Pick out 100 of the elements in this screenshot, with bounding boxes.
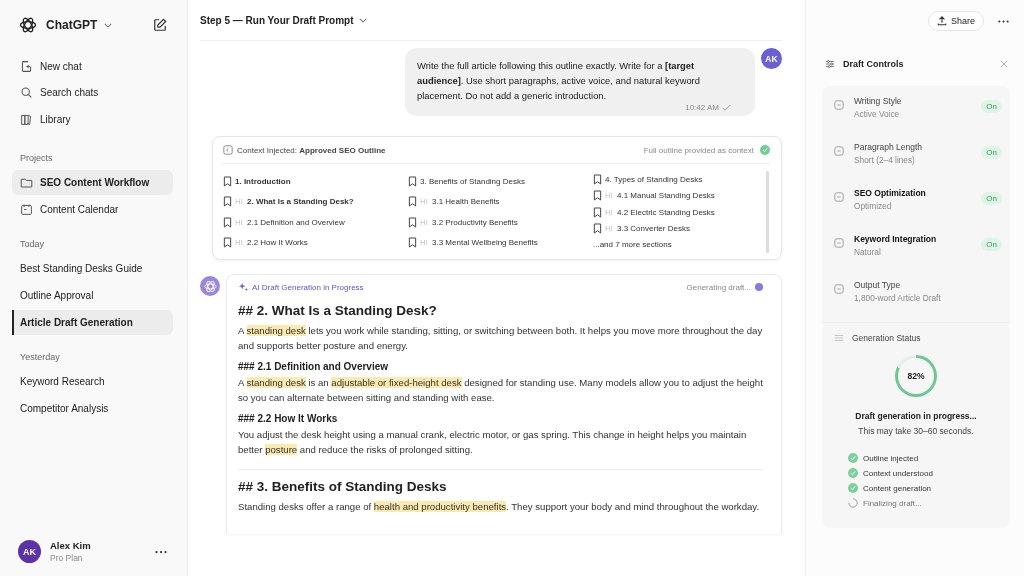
- chat-item[interactable]: Article Draft Generation: [12, 309, 173, 335]
- control-value: Natural: [854, 247, 882, 257]
- section-title: Yesterday: [19, 350, 61, 364]
- message-text: Write the full article following this outline exactly. Write for a [target audience]. Use short paragraphs, active voice, and natural keyword placement. Do not add a generic introduction.: [417, 59, 701, 103]
- status-step: Content generation: [863, 483, 932, 493]
- draft-subheading: ### 2.1 Definition and Overview: [238, 361, 390, 372]
- setting-icon: [834, 100, 844, 110]
- check-icon: [722, 103, 731, 112]
- calendar-icon: [20, 202, 33, 216]
- section-title: Projects: [19, 151, 54, 165]
- bookmark-icon: [408, 216, 417, 228]
- bookmark-icon: [408, 175, 417, 187]
- draft-heading: ## 3. Benefits of Standing Desks: [238, 479, 448, 494]
- heading-icon: [420, 239, 429, 247]
- control-value: Optimized: [854, 201, 893, 211]
- more-icon[interactable]: [155, 549, 167, 554]
- draft-label: AI Draft Generation in Progress: [252, 282, 365, 292]
- chat-item[interactable]: Competitor Analysis: [12, 395, 173, 421]
- draft-subheading: ### 2.2 How It Works: [238, 413, 339, 424]
- chat-item[interactable]: Outline Approval: [12, 282, 173, 308]
- draft-paragraph: You adjust the desk height using a manual crank, electric motor, or gas spring. This change in height helps you maintain better posture and reduce the risks of prolonged sitting.: [238, 428, 748, 457]
- status-badge: On: [981, 238, 1002, 251]
- sliders-icon: [825, 59, 835, 69]
- control-name: Keyword Integration: [854, 234, 938, 244]
- nav-item[interactable]: Library: [12, 106, 173, 133]
- outline-item: 3. Benefits of Standing Desks: [420, 176, 525, 186]
- draft-paragraph: Standing desks offer a range of health and productivity benefits. They support your body and mind throughout the workday.: [238, 500, 761, 514]
- setting-icon: [834, 192, 844, 202]
- status-step: Finalizing draft...: [863, 498, 922, 508]
- outline-item: 3.3 Converter Desks: [617, 224, 690, 234]
- control-name: Output Type: [854, 280, 902, 290]
- check-circle-icon: [760, 145, 770, 155]
- outline-item: 1. Introduction: [235, 176, 291, 186]
- context-label: Context Injected: Approved SEO Outline: [237, 145, 387, 155]
- conversation-title[interactable]: Step 5 — Run Your Draft Prompt: [200, 14, 368, 26]
- outline-item: 4. Types of Standing Desks: [605, 174, 703, 184]
- draft-paragraph: A standing desk is an adjustable or fixed-height desk designed for standing use. Many models allow you to adjust the height so you can alternate between sitting and standing with ease.: [238, 376, 763, 405]
- bookmark-icon: [593, 173, 602, 185]
- heading-icon: [605, 225, 614, 233]
- outline-item: 3.2 Productivity Benefits: [432, 217, 518, 227]
- book-icon: [20, 112, 33, 126]
- upload-icon: [936, 16, 947, 26]
- status-headline: Draft generation in progress...: [855, 411, 977, 421]
- setting-icon: [834, 146, 844, 156]
- user-name: Alex Kim: [50, 540, 92, 551]
- heading-icon: [605, 192, 614, 200]
- new-chat-icon[interactable]: [153, 18, 167, 32]
- outline-item: 2.2 How It Works: [247, 238, 308, 248]
- control-value: 1,800-word Article Draft: [854, 293, 942, 303]
- bookmark-icon: [223, 216, 232, 228]
- more-icon[interactable]: [998, 19, 1009, 23]
- bookmark-icon: [593, 206, 602, 218]
- status-step: Context understood: [863, 468, 933, 478]
- bookmark-icon: [223, 196, 232, 208]
- document-icon: [223, 145, 233, 155]
- draft-heading: ## 2. What Is a Standing Desk?: [238, 303, 438, 318]
- heading-icon: [605, 208, 614, 216]
- control-value: Short (2–4 lines): [854, 155, 916, 165]
- panel-title: Draft Controls: [843, 59, 905, 69]
- new-chat-icon: [20, 59, 33, 73]
- user-avatar: AK: [18, 540, 41, 563]
- bookmark-icon: [593, 190, 602, 202]
- chat-item[interactable]: Keyword Research: [12, 368, 173, 394]
- bookmark-icon: [593, 223, 602, 235]
- chevron-down-icon: [359, 18, 368, 24]
- outline-item: 3.3 Mental Wellbeing Benefits: [432, 238, 538, 248]
- assistant-avatar: [200, 276, 220, 296]
- draft-paragraph: A standing desk lets you work while standing, sitting, or switching between both. It helps you move more throughout the day and supports better posture and energy.: [238, 324, 763, 353]
- share-button[interactable]: Share: [927, 11, 984, 31]
- control-name: SEO Optimization: [854, 188, 927, 198]
- section-title: Today: [19, 237, 46, 251]
- outline-item: 4.2 Electric Standing Desks: [617, 207, 715, 217]
- heading-icon: [235, 198, 244, 206]
- user-plan: Pro Plan: [50, 553, 84, 563]
- heading-icon: [235, 239, 244, 247]
- bookmark-icon: [223, 237, 232, 249]
- outline-item: 2. What Is a Standing Desk?: [247, 197, 354, 207]
- setting-icon: [834, 284, 844, 294]
- search-icon: [20, 86, 33, 100]
- nav-item[interactable]: New chat: [12, 53, 173, 80]
- chat-item[interactable]: Content Calendar: [12, 196, 173, 222]
- setting-icon: [834, 238, 844, 248]
- outline-item: 4.1 Manual Standing Desks: [617, 191, 715, 201]
- status-badge: On: [981, 100, 1002, 113]
- status-step: Outline injected: [863, 453, 919, 463]
- model-selector[interactable]: ChatGPT: [46, 18, 145, 32]
- heading-icon: [420, 218, 429, 226]
- chat-item[interactable]: SEO Content Workflow: [12, 169, 173, 195]
- progress-percent: 82%: [907, 371, 925, 381]
- logo-icon: [18, 15, 38, 35]
- control-value: Active Voice: [854, 109, 901, 119]
- draft-status: Generating draft...: [686, 282, 751, 292]
- status-subtext: This may take 30–60 seconds.: [858, 426, 974, 436]
- sparkle-icon: [238, 282, 248, 292]
- bookmark-icon: [223, 175, 232, 187]
- nav-item[interactable]: Search chats: [12, 79, 173, 106]
- bookmark-icon: [408, 196, 417, 208]
- heading-icon: [235, 218, 244, 226]
- more-sections-link[interactable]: ...and 7 more sections: [593, 240, 766, 249]
- chat-item[interactable]: Best Standing Desks Guide: [12, 255, 173, 281]
